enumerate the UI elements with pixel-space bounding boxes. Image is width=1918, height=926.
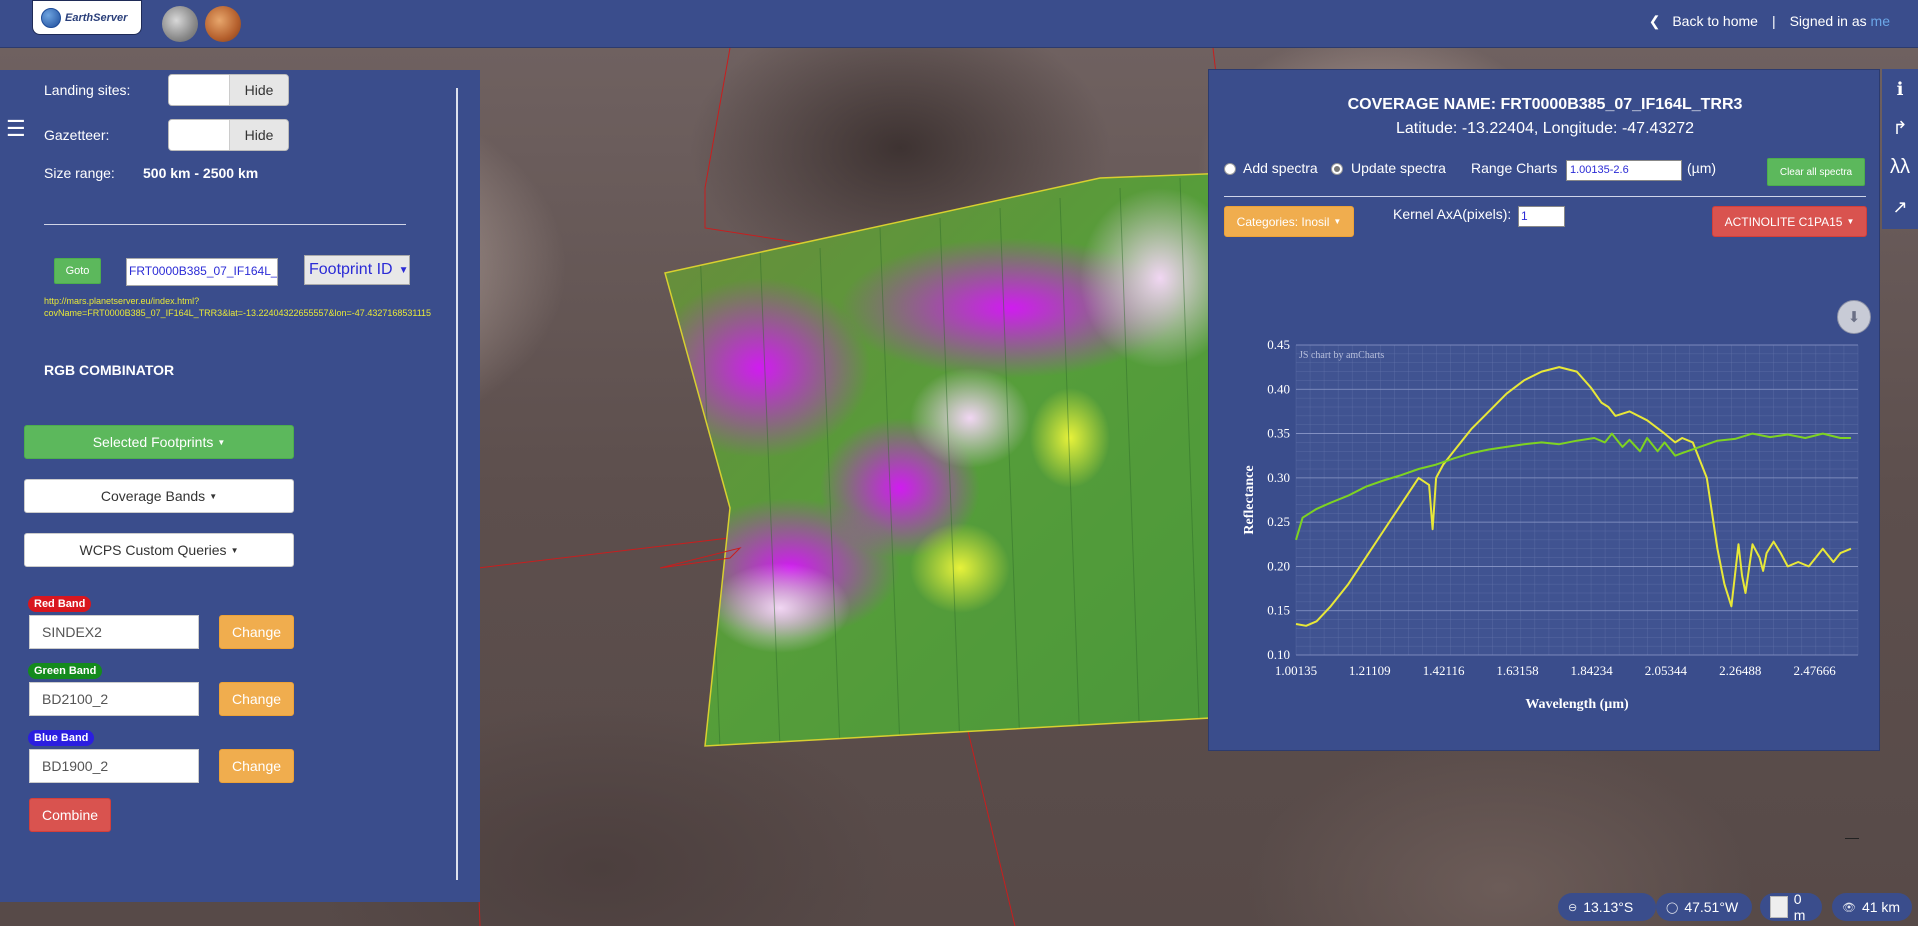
logo-text: EarthServer [65, 11, 128, 24]
y-tick-label: 0.35 [1267, 426, 1290, 441]
gazetteer-label: Gazetteer: [44, 127, 110, 143]
back-to-home-link[interactable]: ❮ Back to home [1649, 13, 1758, 30]
earthserver-logo[interactable]: EarthServer [32, 0, 142, 35]
latitude-icon: ⊖ [1568, 901, 1578, 914]
x-tick-label: 1.84234 [1571, 663, 1614, 678]
red-band-change-button[interactable]: Change [219, 615, 294, 649]
blue-band-input[interactable]: BD1900_2 [29, 749, 199, 783]
spectra-chart[interactable]: 0.45 0.40 0.35 0.30 0.25 0.20 0.15 0.101.00135 1… [1209, 70, 1881, 752]
selected-footprints-label: Selected Footprints [92, 434, 214, 450]
y-tick-label: 0.25 [1267, 514, 1290, 529]
y-tick-label: 0.30 [1267, 470, 1290, 485]
x-tick-label: 2.47666 [1794, 663, 1837, 678]
x-tick-label: 2.26488 [1719, 663, 1761, 678]
y-tick-label: 0.10 [1267, 647, 1290, 662]
green-band-badge: Green Band [28, 663, 103, 679]
latitude-value: 13.13°S [1583, 899, 1634, 915]
moon-planet-button[interactable] [162, 6, 198, 42]
caret-down-icon: ▼ [217, 437, 226, 447]
y-tick-label: 0.45 [1267, 337, 1290, 352]
caret-down-icon: ▼ [398, 264, 409, 276]
elevation-image-icon [1770, 896, 1788, 918]
top-navbar: EarthServer ❮ Back to home | Signed in a… [0, 0, 1918, 48]
panel-scrollbar[interactable] [456, 88, 458, 880]
longitude-icon: ◯ [1666, 901, 1679, 914]
left-control-panel: ☰ Landing sites: Hide Gazetteer: Hide Si… [0, 70, 480, 902]
nav-separator: | [1771, 13, 1776, 29]
selected-footprints-dropdown[interactable]: Selected Footprints ▼ [24, 425, 294, 459]
latitude-readout: ⊖ 13.13°S [1558, 893, 1656, 921]
size-range-value: 500 km - 2500 km [143, 165, 259, 181]
rgb-combinator-title: RGB COMBINATOR [44, 362, 175, 378]
combine-button[interactable]: Combine [29, 798, 111, 832]
spectra-chart-icon[interactable]: ↱ [1888, 116, 1912, 140]
goto-button[interactable]: Goto [54, 258, 101, 284]
footprint-id-select-label: Footprint ID [309, 261, 393, 278]
altitude-value: 41 km [1861, 899, 1901, 915]
elevation-readout: 0 m [1760, 891, 1822, 923]
y-axis-label: Reflectance [1242, 465, 1257, 534]
chart-credit: JS chart by amCharts [1299, 350, 1384, 361]
wcps-queries-label: WCPS Custom Queries [79, 542, 227, 558]
permalink[interactable]: http://mars.planetserver.eu/index.html? … [44, 295, 434, 319]
size-range-label: Size range: [44, 165, 115, 181]
info-icon[interactable]: ℹ [1888, 77, 1912, 101]
hamburger-menu-icon[interactable]: ☰ [6, 118, 26, 140]
right-toolbar: ℹ ↱ λλ ↗ [1882, 69, 1918, 229]
longitude-readout: ◯ 47.51°W [1656, 893, 1752, 921]
divider [44, 224, 406, 225]
landing-sites-label: Landing sites: [44, 82, 131, 98]
signed-in-text: Signed in as me [1790, 13, 1890, 29]
lambda-ratio-icon[interactable]: λλ [1888, 155, 1912, 179]
signed-in-label: Signed in as [1789, 13, 1867, 29]
x-axis-label: Wavelength (µm) [1525, 697, 1629, 712]
coverage-bands-dropdown[interactable]: Coverage Bands ▼ [24, 479, 294, 513]
y-tick-label: 0.40 [1267, 381, 1290, 396]
landing-sites-toggle[interactable]: Hide [168, 74, 289, 106]
coverage-bands-label: Coverage Bands [100, 488, 206, 504]
green-band-change-button[interactable]: Change [219, 682, 294, 716]
altitude-readout: 👁 41 km [1832, 893, 1912, 921]
caret-down-icon: ▼ [230, 545, 239, 555]
x-tick-label: 1.63158 [1496, 663, 1538, 678]
x-tick-label: 1.00135 [1275, 663, 1317, 678]
elevation-value: 0 m [1793, 891, 1806, 923]
gazetteer-toggle[interactable]: Hide [168, 119, 289, 151]
red-band-input[interactable]: SINDEX2 [29, 615, 199, 649]
download-icon[interactable]: ⬇ [1837, 300, 1871, 334]
footprint-id-select[interactable]: Footprint ID ▼ [304, 255, 410, 285]
coverage-image [665, 173, 1230, 746]
red-band-badge: Red Band [28, 596, 92, 612]
y-tick-label: 0.15 [1267, 603, 1290, 618]
footprint-outline [959, 697, 1016, 926]
green-band-input[interactable]: BD2100_2 [29, 682, 199, 716]
blue-band-change-button[interactable]: Change [219, 749, 294, 783]
gazetteer-hide-button[interactable]: Hide [229, 120, 288, 150]
chart-grid [1295, 344, 1859, 656]
spectra-chart-panel: COVERAGE NAME: FRT0000B385_07_IF164L_TRR… [1208, 69, 1880, 751]
line-chart-icon[interactable]: ↗ [1888, 195, 1912, 219]
user-nav: ❮ Back to home | Signed in as me [1649, 0, 1890, 42]
chevron-left-icon: ❮ [1648, 12, 1661, 29]
longitude-value: 47.51°W [1684, 899, 1739, 915]
globe-logo-icon [41, 7, 61, 28]
x-tick-label: 2.05344 [1645, 663, 1688, 678]
mars-planet-button[interactable] [205, 6, 241, 42]
coverage-name-input[interactable]: FRT0000B385_07_IF164L_ [126, 258, 278, 286]
x-tick-label: 1.21109 [1349, 663, 1391, 678]
permalink-line2: covName=FRT0000B385_07_IF164L_TRR3&lat=-… [44, 308, 432, 318]
user-link[interactable]: me [1871, 13, 1890, 29]
x-tick-label: 1.42116 [1423, 663, 1465, 678]
eye-icon: 👁 [1842, 901, 1856, 914]
permalink-line1: http://mars.planetserver.eu/index.html? [44, 296, 200, 306]
landing-sites-hide-button[interactable]: Hide [229, 75, 288, 105]
scale-bar [1845, 838, 1859, 839]
caret-down-icon: ▼ [209, 491, 218, 501]
back-to-home-label: Back to home [1672, 12, 1758, 29]
wcps-queries-dropdown[interactable]: WCPS Custom Queries ▼ [24, 533, 294, 567]
blue-band-badge: Blue Band [28, 730, 95, 746]
y-tick-label: 0.20 [1267, 558, 1290, 573]
